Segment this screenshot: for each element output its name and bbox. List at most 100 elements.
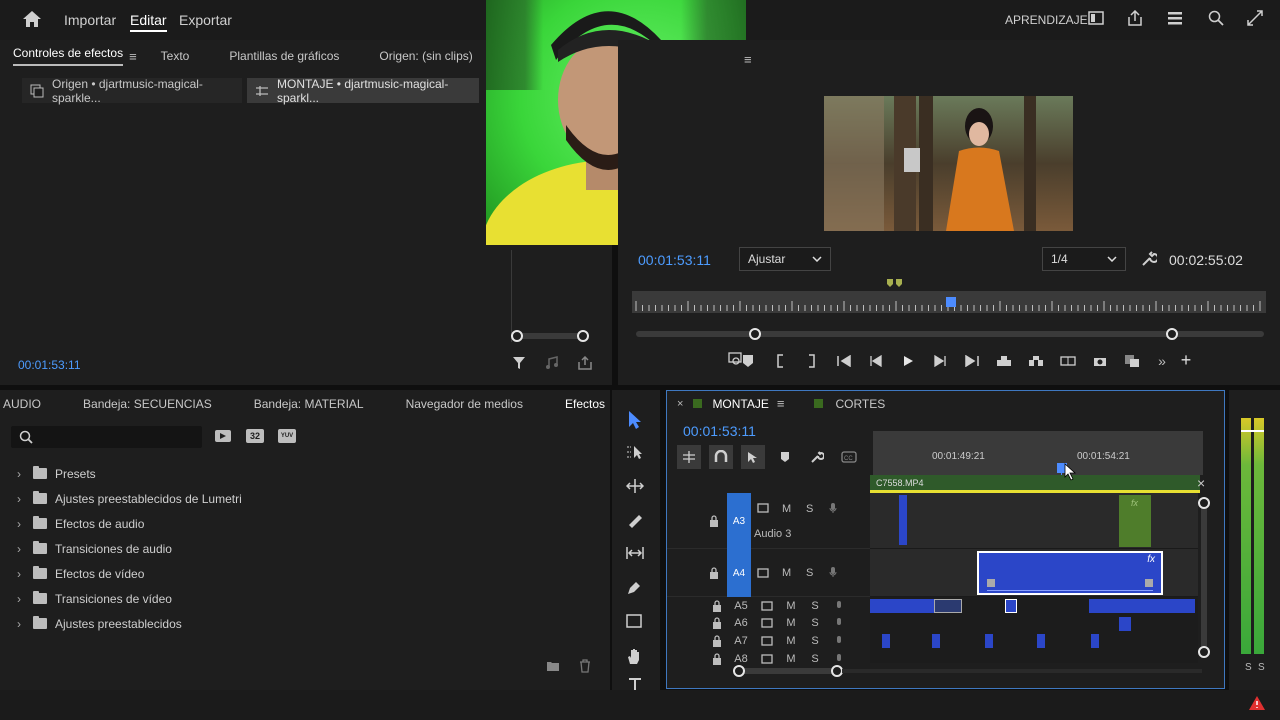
lock-icon[interactable] xyxy=(707,600,727,612)
mic-icon[interactable] xyxy=(827,617,851,629)
solo-button[interactable]: S xyxy=(803,600,827,612)
audio-clip-a7-3[interactable] xyxy=(985,634,993,648)
play-icon[interactable] xyxy=(892,355,924,367)
home-icon[interactable] xyxy=(22,10,42,28)
source-clip-tab[interactable]: Origen • djartmusic-magical-sparkle... xyxy=(22,77,242,105)
sync-lock-icon[interactable] xyxy=(755,636,779,646)
audio-clip-a7-4[interactable] xyxy=(1037,634,1045,648)
vscroll-knob-bottom[interactable] xyxy=(1198,646,1210,658)
workspaces-icon[interactable] xyxy=(1167,11,1183,25)
step-back-icon[interactable] xyxy=(860,354,892,367)
timeline-ruler[interactable]: 00:01:49:21 00:01:54:21 xyxy=(873,431,1203,475)
warning-icon[interactable] xyxy=(1248,695,1266,711)
type-tool-icon[interactable] xyxy=(628,678,642,690)
panel-menu-icon[interactable]: ≡ xyxy=(129,49,137,64)
timeline-menu-icon[interactable]: ≡ xyxy=(777,396,785,411)
wrench-icon[interactable] xyxy=(1141,251,1157,267)
add-button-icon[interactable]: + xyxy=(1176,350,1196,371)
lock-icon[interactable] xyxy=(709,567,719,579)
audio-clip-a7-1[interactable] xyxy=(882,634,890,648)
razor-tool-icon[interactable] xyxy=(626,512,644,528)
tab-efectos[interactable]: Efectos xyxy=(565,397,605,411)
tree-item-lumetri[interactable]: › Ajustes preestablecidos de Lumetri xyxy=(17,486,597,511)
sync-lock-icon[interactable] xyxy=(755,601,779,611)
nav-editar[interactable]: Editar xyxy=(130,12,167,32)
tab-secuencias[interactable]: Bandeja: SECUENCIAS xyxy=(83,397,212,411)
tab-plantillas[interactable]: Plantillas de gráficos xyxy=(229,49,339,63)
yuv-effects-icon[interactable]: YUV xyxy=(278,429,296,443)
clip-keyframe-left[interactable] xyxy=(987,579,995,587)
effects-search-input[interactable] xyxy=(11,426,202,448)
track-target-a4[interactable]: A4 xyxy=(727,549,751,597)
program-zoom-knob-left[interactable] xyxy=(749,328,761,340)
snap-icon[interactable] xyxy=(709,445,733,469)
solo-button[interactable]: S xyxy=(806,567,813,579)
filter-icon[interactable] xyxy=(512,356,526,370)
export-frame-icon[interactable] xyxy=(578,356,592,370)
rectangle-tool-icon[interactable] xyxy=(626,614,642,628)
panel-layout-icon[interactable] xyxy=(1088,11,1104,25)
chevron-right-icon[interactable]: › xyxy=(17,517,33,531)
solo-button[interactable]: S xyxy=(803,635,827,647)
go-to-out-icon[interactable] xyxy=(956,354,988,367)
new-bin-icon[interactable] xyxy=(546,660,560,672)
mute-button[interactable]: M xyxy=(782,503,791,515)
audio-clip[interactable] xyxy=(899,495,907,545)
track-target-a3[interactable]: A3 xyxy=(727,493,751,549)
tree-item-video-effects[interactable]: › Efectos de vídeo xyxy=(17,561,597,586)
nest-icon[interactable] xyxy=(677,445,701,469)
slip-tool-icon[interactable] xyxy=(626,546,644,560)
zoom-icon[interactable] xyxy=(728,352,742,366)
add-marker-timeline-icon[interactable] xyxy=(773,445,797,469)
clip-keyframe-right[interactable] xyxy=(1145,579,1153,587)
chevron-right-icon[interactable]: › xyxy=(17,567,33,581)
accelerated-effects-icon[interactable] xyxy=(214,429,232,443)
audio-clip-a6[interactable] xyxy=(1119,617,1131,631)
hand-tool-icon[interactable] xyxy=(626,647,642,665)
tab-media-browser[interactable]: Navegador de medios xyxy=(406,397,523,411)
tree-item-audio-transitions[interactable]: › Transiciones de audio xyxy=(17,536,597,561)
solo-button[interactable]: S xyxy=(803,617,827,629)
audio-clip-green[interactable]: fx xyxy=(1119,495,1151,547)
close-icon[interactable]: × xyxy=(1197,475,1205,491)
program-zoom-knob-right[interactable] xyxy=(1166,328,1178,340)
sync-lock-icon[interactable] xyxy=(755,618,779,628)
mic-icon[interactable] xyxy=(829,502,837,514)
sync-lock-icon[interactable] xyxy=(757,568,769,578)
mark-out-icon[interactable] xyxy=(796,353,828,368)
tab-origen[interactable]: Origen: (sin clips) xyxy=(379,49,472,63)
effect-controls-timecode[interactable]: 00:01:53:11 xyxy=(18,358,81,372)
close-tab-icon[interactable]: × xyxy=(677,398,683,410)
step-forward-icon[interactable] xyxy=(924,354,956,367)
audio-clip-a5-3[interactable] xyxy=(1089,599,1195,613)
timeline-settings-icon[interactable] xyxy=(805,445,829,469)
mark-in-icon[interactable] xyxy=(764,353,796,368)
sync-lock-icon[interactable] xyxy=(755,654,779,664)
mic-icon[interactable] xyxy=(827,635,851,647)
ripple-edit-tool-icon[interactable] xyxy=(626,478,644,494)
effect-controls-zoom-bar[interactable] xyxy=(516,333,584,339)
timeline-timecode[interactable]: 00:01:53:11 xyxy=(683,423,756,439)
sync-lock-icon[interactable] xyxy=(757,503,769,513)
tree-item-presets[interactable]: › Presets xyxy=(17,461,597,486)
share-icon[interactable] xyxy=(1127,10,1143,26)
monitor-menu-icon[interactable]: ≡ xyxy=(744,52,752,67)
nav-exportar[interactable]: Exportar xyxy=(179,12,232,28)
32-bit-effects-icon[interactable]: 32 xyxy=(246,429,264,443)
resolution-dropdown[interactable]: 1/4 xyxy=(1042,247,1126,271)
effects-search-field[interactable] xyxy=(39,430,189,444)
mute-button[interactable]: M xyxy=(779,653,803,665)
more-buttons-icon[interactable]: » xyxy=(1148,353,1176,369)
selected-audio-clip[interactable]: fx xyxy=(977,551,1163,595)
track-id-a5[interactable]: A5 xyxy=(727,600,755,612)
timeline-zoom-bar[interactable] xyxy=(737,668,842,674)
lift-icon[interactable] xyxy=(988,355,1020,367)
solo-button[interactable]: S xyxy=(803,653,827,665)
export-frame-camera-icon[interactable] xyxy=(1084,355,1116,367)
tree-item-video-transitions[interactable]: › Transiciones de vídeo xyxy=(17,586,597,611)
tab-effect-controls[interactable]: Controles de efectos xyxy=(13,46,124,66)
chevron-right-icon[interactable]: › xyxy=(17,467,33,481)
extract-icon[interactable] xyxy=(1020,355,1052,367)
pen-tool-icon[interactable] xyxy=(626,580,642,596)
solo-right-button[interactable]: S xyxy=(1258,662,1265,673)
